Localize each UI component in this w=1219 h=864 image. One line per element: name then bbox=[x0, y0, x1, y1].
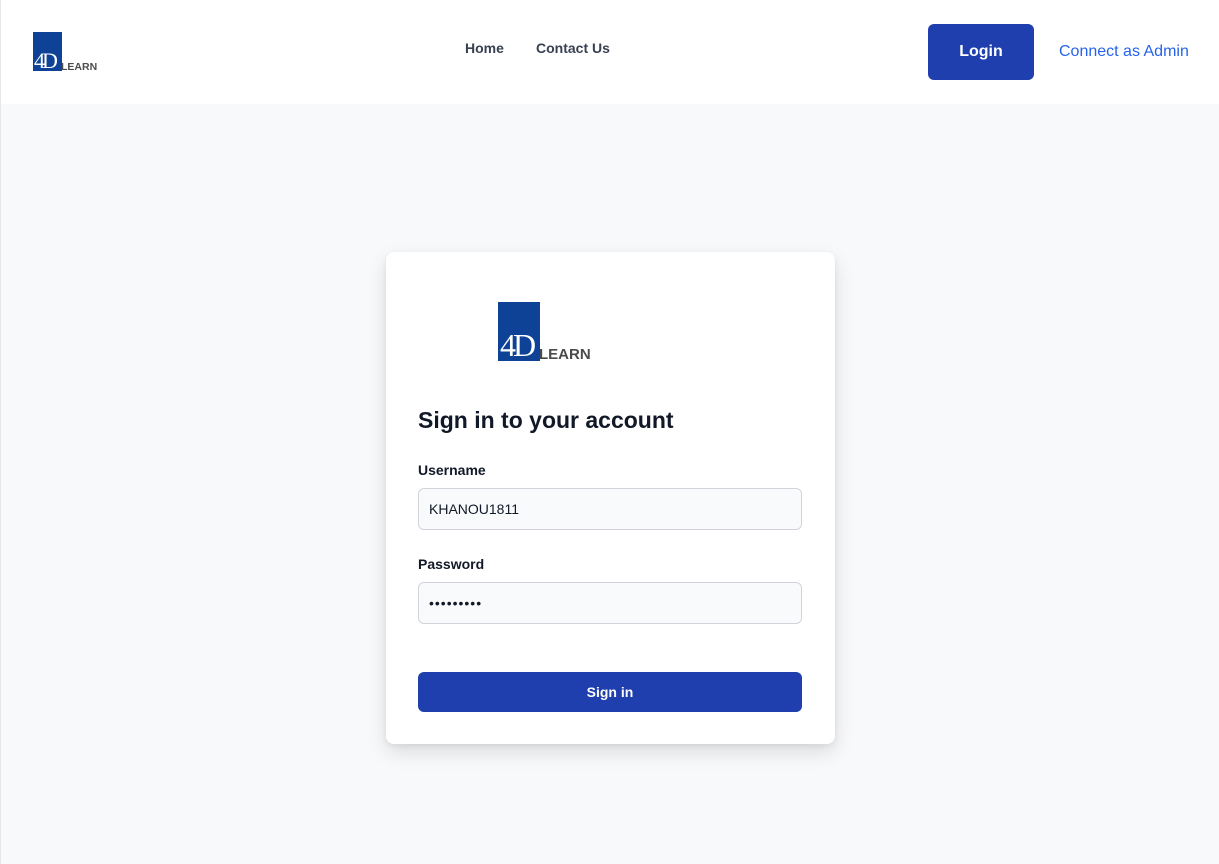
nav-home-link[interactable]: Home bbox=[465, 40, 504, 56]
login-card: 4D LEARN Sign in to your account Usernam… bbox=[386, 252, 835, 744]
form-title: Sign in to your account bbox=[418, 407, 674, 433]
card-logo-mark-text: 4D bbox=[500, 327, 536, 363]
sign-in-button[interactable]: Sign in bbox=[418, 672, 802, 712]
connect-admin-link[interactable]: Connect as Admin bbox=[1059, 43, 1189, 61]
login-button[interactable]: Login bbox=[928, 24, 1034, 80]
top-header: 4D LEARN Home Contact Us Login Connect a… bbox=[1, 0, 1219, 104]
logo-mark: 4D bbox=[33, 32, 62, 73]
card-logo: 4D LEARN bbox=[498, 302, 596, 364]
logo-mark-text: 4D bbox=[34, 48, 58, 73]
username-input[interactable] bbox=[418, 488, 802, 530]
username-label: Username bbox=[418, 462, 486, 478]
card-logo-mark: 4D bbox=[498, 302, 540, 361]
card-logo-wordmark: LEARN bbox=[539, 346, 591, 363]
password-label: Password bbox=[418, 556, 485, 572]
password-input[interactable] bbox=[418, 582, 802, 624]
logo-wordmark: LEARN bbox=[61, 61, 98, 73]
brand-logo[interactable]: 4D LEARN bbox=[33, 32, 99, 72]
nav-contact-link[interactable]: Contact Us bbox=[536, 40, 610, 56]
